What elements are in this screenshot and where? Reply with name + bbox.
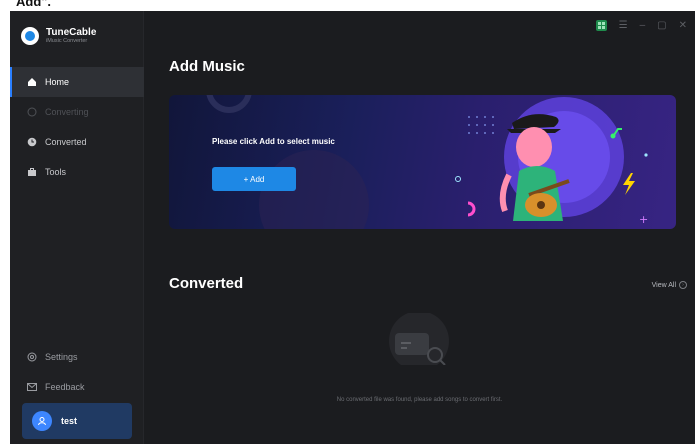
tunecable-logo-icon bbox=[21, 27, 39, 45]
empty-folder-icon bbox=[389, 313, 449, 365]
sidebar: TuneCable iMusic Converter Home Converti… bbox=[10, 11, 144, 444]
user-account-button[interactable]: test bbox=[22, 403, 132, 439]
sidebar-item-label: Home bbox=[45, 77, 70, 87]
sidebar-item-tools[interactable]: Tools bbox=[10, 157, 144, 187]
mail-icon bbox=[27, 383, 37, 391]
empty-message: No converted file was found, please add … bbox=[336, 397, 503, 403]
sidebar-item-label: Converted bbox=[45, 137, 87, 147]
sidebar-bottom-nav: Settings Feedback bbox=[10, 342, 144, 402]
banner-prompt: Please click Add to select music bbox=[212, 137, 335, 146]
sidebar-item-feedback[interactable]: Feedback bbox=[10, 372, 144, 402]
sidebar-item-label: Feedback bbox=[45, 382, 85, 392]
view-all-label: View All bbox=[651, 281, 676, 289]
maximize-icon[interactable]: ▢ bbox=[657, 20, 666, 31]
chevron-right-icon: › bbox=[679, 281, 687, 289]
svg-text:+: + bbox=[639, 213, 648, 226]
add-button[interactable]: + Add bbox=[212, 167, 296, 191]
sidebar-item-home[interactable]: Home bbox=[10, 67, 144, 97]
sidebar-item-label: Converting bbox=[45, 107, 89, 117]
sidebar-nav: Home Converting Converted Tools bbox=[10, 67, 144, 187]
grid-icon[interactable] bbox=[595, 20, 607, 31]
menu-icon[interactable]: ☰ bbox=[619, 20, 628, 31]
add-music-title: Add Music bbox=[169, 58, 245, 75]
brand-name: TuneCable bbox=[46, 27, 97, 38]
home-icon bbox=[28, 78, 36, 86]
user-icon bbox=[32, 411, 52, 431]
app-window: TuneCable iMusic Converter Home Converti… bbox=[10, 11, 695, 444]
brand: TuneCable iMusic Converter bbox=[21, 27, 96, 45]
sidebar-item-converted[interactable]: Converted bbox=[10, 127, 144, 157]
converting-icon bbox=[27, 107, 37, 117]
sidebar-item-label: Tools bbox=[45, 167, 67, 177]
minimize-icon[interactable]: – bbox=[640, 20, 646, 31]
window-controls: ☰ – ▢ ✕ bbox=[595, 20, 687, 31]
user-name: test bbox=[61, 416, 78, 426]
sidebar-item-settings[interactable]: Settings bbox=[10, 342, 144, 372]
screenshot-caption: Add". bbox=[16, 0, 52, 9]
add-music-banner: + Please click Add to select music + Add bbox=[169, 95, 676, 229]
gear-icon bbox=[27, 352, 37, 362]
clock-icon bbox=[27, 137, 37, 147]
main-panel: ☰ – ▢ ✕ Add Music + Please click Add to … bbox=[144, 11, 695, 444]
sidebar-item-label: Settings bbox=[45, 352, 78, 362]
converted-title: Converted bbox=[169, 275, 244, 292]
sidebar-item-converting[interactable]: Converting bbox=[10, 97, 144, 127]
toolbox-icon bbox=[28, 168, 36, 176]
brand-subtitle: iMusic Converter bbox=[46, 38, 88, 44]
view-all-link[interactable]: View All › bbox=[652, 281, 687, 289]
close-icon[interactable]: ✕ bbox=[679, 20, 687, 31]
banner-illustration: + bbox=[206, 95, 648, 229]
